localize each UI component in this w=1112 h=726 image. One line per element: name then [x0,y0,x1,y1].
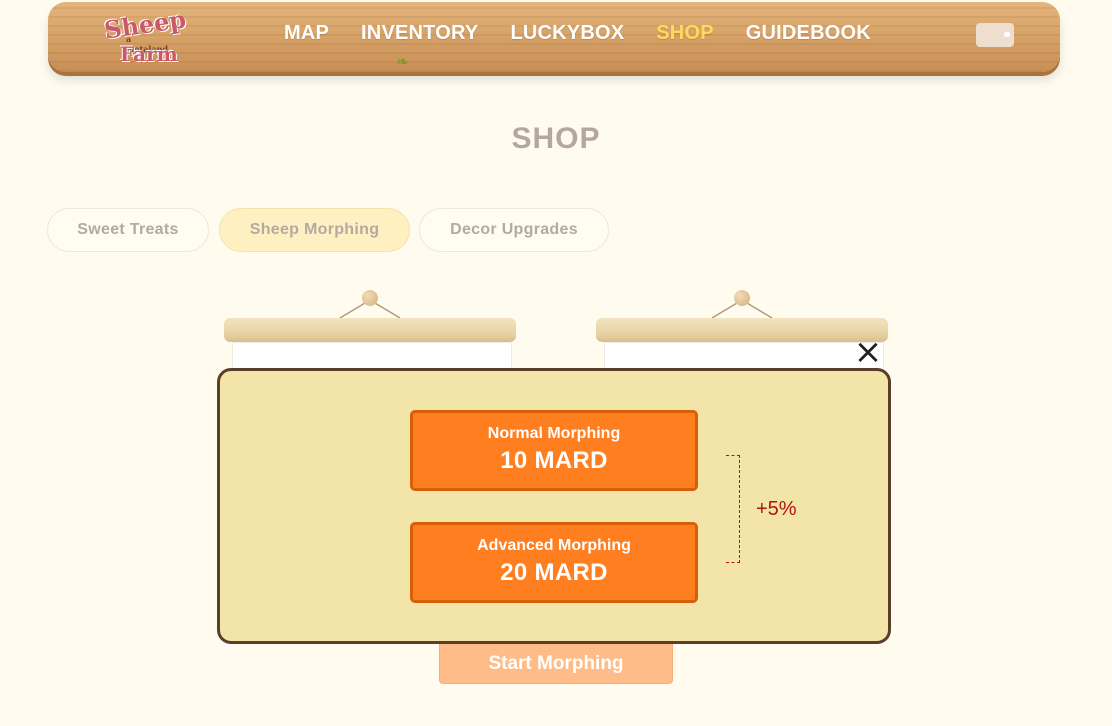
clover-sprig-icon: ❧ [396,52,410,71]
tab-sweet-treats[interactable]: Sweet Treats [47,208,209,252]
morphing-options-modal: Normal Morphing 10 MARD Advanced Morphin… [217,368,891,644]
hanging-scroll-right [596,288,892,369]
logo-text-farm: Farm [120,42,178,66]
tab-sheep-morphing[interactable]: Sheep Morphing [219,208,410,252]
option-price: 20 MARD [500,559,608,586]
tab-decor-upgrades[interactable]: Decor Upgrades [419,208,609,252]
close-icon[interactable]: × [852,335,884,369]
nav-item-luckybox[interactable]: LUCKYBOX [510,22,624,45]
bonus-bracket [726,455,740,563]
header-bar: Sheep a metaland Farm MAP INVENTORY LUCK… [48,2,1060,72]
bonus-label: +5% [756,498,797,520]
normal-morphing-button[interactable]: Normal Morphing 10 MARD [410,410,698,491]
start-morphing-button[interactable]: Start Morphing [439,640,673,684]
option-name: Normal Morphing [487,425,621,442]
nav-item-inventory[interactable]: INVENTORY [361,22,478,45]
option-name: Advanced Morphing [477,537,631,554]
nav-item-map[interactable]: MAP [284,22,329,45]
page-title: SHOP [511,122,601,155]
option-price: 10 MARD [500,447,608,474]
advanced-morphing-button[interactable]: Advanced Morphing 20 MARD [410,522,698,603]
hanging-scroll-left [224,288,520,369]
wallet-icon[interactable] [976,23,1014,47]
sheep-farm-logo[interactable]: Sheep a metaland Farm [100,4,187,66]
main-nav: MAP INVENTORY LUCKYBOX SHOP GUIDEBOOK [284,22,871,45]
nav-item-shop[interactable]: SHOP [656,22,713,45]
nav-item-guidebook[interactable]: GUIDEBOOK [746,22,871,45]
